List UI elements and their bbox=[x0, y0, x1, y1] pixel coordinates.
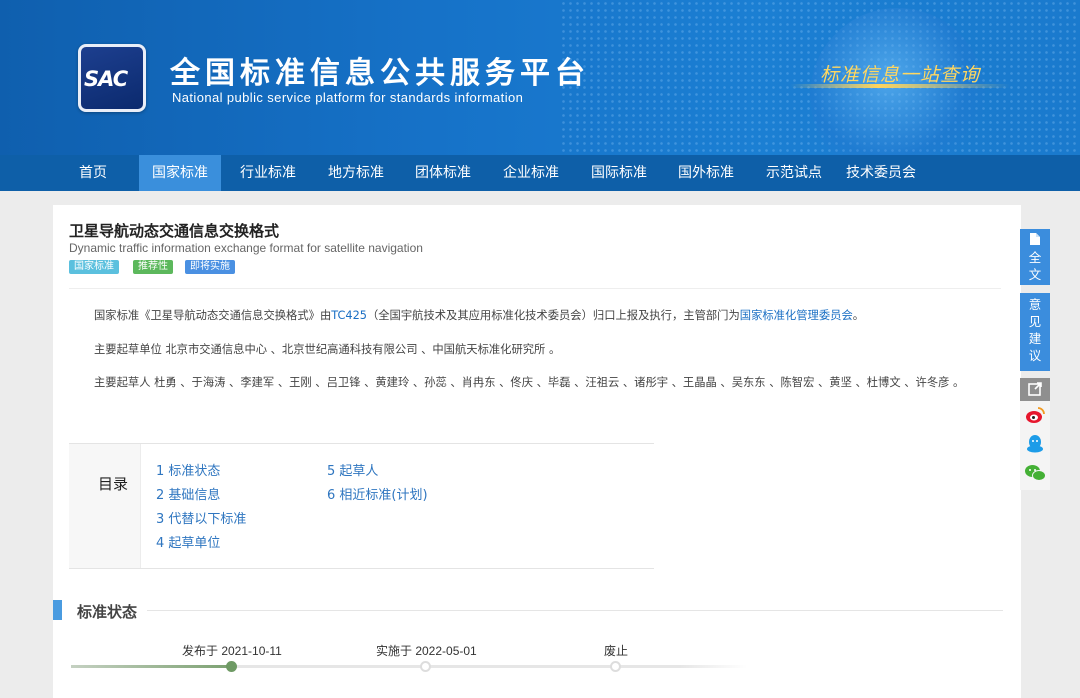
section-title-status: 标准状态 bbox=[77, 603, 138, 621]
toc-item-basic-info[interactable]: 2 基础信息 bbox=[156, 484, 220, 503]
section-marker bbox=[53, 600, 62, 620]
feedback-label-char: 建 bbox=[1028, 331, 1042, 346]
timeline-label-abolished: 废止 bbox=[604, 644, 629, 658]
paragraph-text: 。 bbox=[852, 309, 865, 322]
divider bbox=[69, 288, 1001, 289]
timeline-label-implemented: 实施于 2022-05-01 bbox=[376, 644, 477, 658]
toc-item-status[interactable]: 1 标准状态 bbox=[156, 460, 220, 479]
standard-detail-card: 卫星导航动态交通信息交换格式 Dynamic traffic informati… bbox=[53, 205, 1021, 698]
section-divider bbox=[147, 610, 1003, 611]
tag-upcoming: 即将实施 bbox=[185, 260, 235, 274]
nav-national-standards[interactable]: 国家标准 bbox=[139, 155, 221, 191]
fulltext-label-char-2: 文 bbox=[1028, 267, 1042, 282]
timeline-dot-published bbox=[226, 661, 237, 672]
timeline-progress bbox=[71, 665, 231, 668]
paragraph-drafting-units: 主要起草单位 北京市交通信息中心 、北京世纪高通科技有限公司 、中国航天标准化研… bbox=[69, 340, 1001, 359]
share-icon[interactable] bbox=[1020, 378, 1050, 401]
nav-foreign-standards[interactable]: 国外标准 bbox=[667, 155, 745, 191]
feedback-label-char: 议 bbox=[1028, 348, 1042, 363]
timeline-label-published: 发布于 2021-10-11 bbox=[182, 644, 282, 658]
toc-item-similar-standards[interactable]: 6 相近标准(计划) bbox=[327, 484, 428, 503]
slogan: 标准信息一站查询 bbox=[820, 64, 981, 86]
site-subtitle: National public service platform for sta… bbox=[172, 90, 524, 105]
toc-item-replaces[interactable]: 3 代替以下标准 bbox=[156, 508, 246, 527]
qq-icon[interactable] bbox=[1026, 434, 1044, 458]
standard-title-en: Dynamic traffic information exchange for… bbox=[69, 241, 423, 255]
toc-item-drafting-units[interactable]: 4 起草单位 bbox=[156, 532, 220, 551]
nav-local-standards[interactable]: 地方标准 bbox=[317, 155, 395, 191]
tag-national-standard: 国家标准 bbox=[69, 260, 119, 274]
sac-logo[interactable]: SAC bbox=[78, 44, 146, 112]
nav-international-standards[interactable]: 国际标准 bbox=[580, 155, 658, 191]
paragraph-drafters: 主要起草人 杜勇 、于海涛 、李建军 、王刚 、吕卫锋 、黄建玲 、孙蕊 、肖冉… bbox=[69, 373, 1001, 392]
committee-link[interactable]: TC425 bbox=[331, 309, 367, 322]
toc-item-drafters[interactable]: 5 起草人 bbox=[327, 460, 378, 479]
toc-label-box: 目录 bbox=[69, 444, 141, 568]
fulltext-label-char-1: 全 bbox=[1028, 250, 1042, 265]
paragraph-text: 主要起草人 杜勇 、于海涛 、李建军 、王刚 、吕卫锋 、黄建玲 、孙蕊 、肖冉… bbox=[94, 376, 965, 389]
tag-recommended: 推荐性 bbox=[133, 260, 173, 274]
timeline-dot-abolished bbox=[610, 661, 621, 672]
logo-text: SAC bbox=[84, 67, 128, 91]
paragraph-text: （全国宇航技术及其应用标准化技术委员会）归口上报及执行，主管部门为 bbox=[366, 309, 740, 322]
nav-enterprise-standards[interactable]: 企业标准 bbox=[492, 155, 570, 191]
standard-title: 卫星导航动态交通信息交换格式 bbox=[69, 222, 280, 240]
main-nav: 首页 国家标准 行业标准 地方标准 团体标准 企业标准 国际标准 国外标准 示范… bbox=[0, 155, 1080, 191]
table-of-contents: 目录 1 标准状态 2 基础信息 3 代替以下标准 4 起草单位 5 起草人 6… bbox=[69, 443, 654, 569]
paragraph-text: 国家标准《卫星导航动态交通信息交换格式》由 bbox=[94, 309, 332, 322]
nav-industry-standards[interactable]: 行业标准 bbox=[229, 155, 307, 191]
header-banner: SAC 全国标准信息公共服务平台 National public service… bbox=[0, 0, 1080, 155]
authority-link[interactable]: 国家标准化管理委员会 bbox=[740, 309, 853, 322]
paragraph-committee: 国家标准《卫星导航动态交通信息交换格式》由TC425（全国宇航技术及其应用标准化… bbox=[69, 306, 1001, 325]
wechat-icon[interactable] bbox=[1024, 464, 1046, 486]
feedback-label-char: 见 bbox=[1028, 314, 1042, 329]
nav-group-standards[interactable]: 团体标准 bbox=[404, 155, 482, 191]
toc-label: 目录 bbox=[98, 475, 129, 493]
document-icon bbox=[1020, 232, 1050, 249]
site-title: 全国标准信息公共服务平台 bbox=[170, 56, 590, 91]
feedback-label-char: 意 bbox=[1028, 297, 1042, 312]
timeline-dot-implemented bbox=[420, 661, 431, 672]
weibo-icon[interactable] bbox=[1025, 406, 1045, 428]
nav-home[interactable]: 首页 bbox=[62, 155, 124, 191]
nav-pilot-demo[interactable]: 示范试点 bbox=[755, 155, 833, 191]
nav-technical-committee[interactable]: 技术委员会 bbox=[838, 155, 924, 191]
paragraph-text: 主要起草单位 北京市交通信息中心 、北京世纪高通科技有限公司 、中国航天标准化研… bbox=[94, 343, 561, 356]
feedback-button[interactable]: 意 见 建 议 bbox=[1020, 293, 1050, 371]
fulltext-button[interactable]: 全 文 bbox=[1020, 229, 1050, 285]
share-panel bbox=[1020, 378, 1050, 490]
